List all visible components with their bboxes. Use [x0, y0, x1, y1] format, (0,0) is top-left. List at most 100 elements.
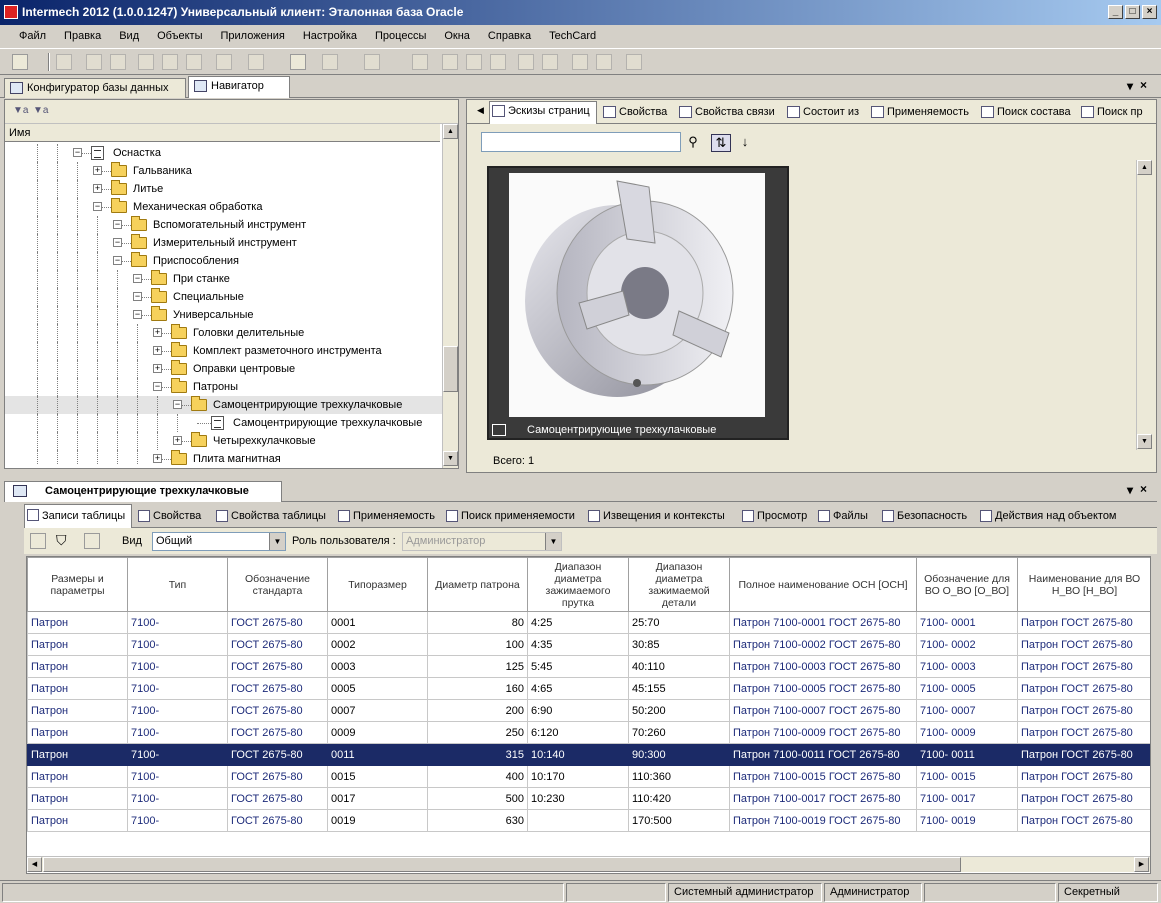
table-row[interactable]: Патрон 7100- ГОСТ 2675-80 0011 315 10:140 90:3…: [27, 743, 1150, 766]
menu-processes[interactable]: Процессы: [366, 30, 435, 42]
table-cell[interactable]: ГОСТ 2675-80: [227, 611, 328, 634]
tab-table-properties[interactable]: Свойства таблицы: [214, 506, 326, 526]
table-cell[interactable]: 110:360: [628, 765, 730, 788]
tree-node[interactable]: − Специальные: [5, 288, 442, 306]
table-cell[interactable]: 7100- 0001: [916, 611, 1018, 634]
filter-icon[interactable]: ⛉: [56, 533, 72, 549]
paste-icon[interactable]: [186, 54, 202, 70]
table-cell[interactable]: 0019: [327, 809, 428, 832]
table-cell[interactable]: Патрон 7100-0019 ГОСТ 2675-80: [729, 809, 917, 832]
menu-help[interactable]: Справка: [479, 30, 540, 42]
table-cell[interactable]: ГОСТ 2675-80: [227, 809, 328, 832]
table-cell[interactable]: 630: [427, 809, 528, 832]
scroll-up-icon[interactable]: ▲: [443, 124, 458, 139]
expand-toggle-icon[interactable]: −: [113, 256, 122, 265]
table-row[interactable]: Патрон 7100- ГОСТ 2675-80 0007 200 6:90 50:200…: [27, 699, 1150, 722]
minimize-button[interactable]: _: [1108, 5, 1123, 19]
pane-close-icon[interactable]: ×: [1140, 78, 1147, 92]
table-cell[interactable]: 125: [427, 655, 528, 678]
table-cell[interactable]: 45:155: [628, 677, 730, 700]
table-cell[interactable]: Патрон 7100-0001 ГОСТ 2675-80: [729, 611, 917, 634]
table-cell[interactable]: 100: [427, 633, 528, 656]
table-row[interactable]: Патрон 7100- ГОСТ 2675-80 0003 125 5:45 40:110…: [27, 655, 1150, 678]
tab-search-applicability[interactable]: Поиск применяемости: [444, 506, 575, 526]
column-header[interactable]: Обозначение стандарта: [227, 557, 328, 612]
column-header[interactable]: Диапазон диаметра зажимаемого прутка: [527, 557, 629, 612]
tree-node[interactable]: Самоцентрирующие трехкулачковые: [5, 414, 442, 432]
menu-view[interactable]: Вид: [110, 30, 148, 42]
save-icon[interactable]: [84, 533, 100, 549]
expand-toggle-icon[interactable]: −: [113, 238, 122, 247]
tree-node[interactable]: + Оправки центровые: [5, 360, 442, 378]
table-cell[interactable]: 7100- 0002: [916, 633, 1018, 656]
sort-az-icon[interactable]: ⇅: [711, 134, 731, 152]
table-cell[interactable]: Патрон ГОСТ 2675-80: [1017, 633, 1150, 656]
tree-node[interactable]: + Гальваника: [5, 162, 442, 180]
scroll-left-icon[interactable]: ◀: [27, 857, 42, 872]
tab-bottom-properties[interactable]: Свойства: [136, 506, 201, 526]
tab-search-composition[interactable]: Поиск состава: [979, 103, 1071, 123]
menu-applications[interactable]: Приложения: [212, 30, 294, 42]
table-cell[interactable]: 7100-: [127, 699, 228, 722]
table-cell[interactable]: 7100-: [127, 633, 228, 656]
table-cell[interactable]: Патрон: [27, 809, 128, 832]
column-header[interactable]: Размеры и параметры: [27, 557, 128, 612]
table-cell[interactable]: [527, 809, 629, 832]
tab-page-sketches[interactable]: Эскизы страниц: [489, 101, 597, 124]
table-cell[interactable]: 170:500: [628, 809, 730, 832]
new-document-icon[interactable]: [12, 54, 28, 70]
tree-node[interactable]: − При станке: [5, 270, 442, 288]
expand-toggle-icon[interactable]: +: [153, 346, 162, 355]
thumb-scroll-up-icon[interactable]: ▲: [1137, 160, 1152, 175]
table-cell[interactable]: 200: [427, 699, 528, 722]
table-cell[interactable]: Патрон: [27, 633, 128, 656]
table-cell[interactable]: ГОСТ 2675-80: [227, 699, 328, 722]
table-cell[interactable]: 0002: [327, 633, 428, 656]
tree-node[interactable]: − Патроны: [5, 378, 442, 396]
tree-node[interactable]: + Четырехкулачковые: [5, 432, 442, 450]
table-row[interactable]: Патрон 7100- ГОСТ 2675-80 0017 500 10:230 110:…: [27, 787, 1150, 810]
save-icon[interactable]: [56, 54, 72, 70]
table-cell[interactable]: 0017: [327, 787, 428, 810]
table-cell[interactable]: 0009: [327, 721, 428, 744]
tree-node[interactable]: + Комплект разметочного инструмента: [5, 342, 442, 360]
table-cell[interactable]: 10:140: [527, 743, 629, 766]
print-icon[interactable]: [30, 533, 46, 549]
tree-node[interactable]: − Оснастка: [5, 144, 442, 162]
thumbnail-card[interactable]: Самоцентрирующие трехкулачковые: [487, 166, 789, 440]
table-cell[interactable]: 0001: [327, 611, 428, 634]
tree-node[interactable]: + Литье: [5, 180, 442, 198]
table-cell[interactable]: Патрон 7100-0002 ГОСТ 2675-80: [729, 633, 917, 656]
column-header[interactable]: Диапазон диаметра зажимаемой детали: [628, 557, 730, 612]
table-cell[interactable]: 0007: [327, 699, 428, 722]
menu-techcard[interactable]: TechCard: [540, 30, 605, 42]
table-row[interactable]: Патрон 7100- ГОСТ 2675-80 0005 160 4:65 45:155…: [27, 677, 1150, 700]
table-cell[interactable]: Патрон 7100-0011 ГОСТ 2675-80: [729, 743, 917, 766]
menu-windows[interactable]: Окна: [435, 30, 479, 42]
properties-icon[interactable]: [596, 54, 612, 70]
expand-toggle-icon[interactable]: +: [93, 166, 102, 175]
table-cell[interactable]: 7100- 0009: [916, 721, 1018, 744]
table-cell[interactable]: 7100- 0019: [916, 809, 1018, 832]
expand-toggle-icon[interactable]: −: [133, 292, 142, 301]
table-cell[interactable]: 6:90: [527, 699, 629, 722]
bottom-pane-menu-icon[interactable]: ▾: [1127, 483, 1133, 497]
table-cell[interactable]: Патрон ГОСТ 2675-80: [1017, 809, 1150, 832]
table-cell[interactable]: ГОСТ 2675-80: [227, 721, 328, 744]
table-cell[interactable]: Патрон: [27, 787, 128, 810]
expand-toggle-icon[interactable]: +: [153, 454, 162, 463]
table-cell[interactable]: 10:170: [527, 765, 629, 788]
tab-preview[interactable]: Просмотр: [740, 506, 807, 526]
table-cell[interactable]: Патрон: [27, 677, 128, 700]
table-row[interactable]: Патрон 7100- ГОСТ 2675-80 0015 400 10:170 110:…: [27, 765, 1150, 788]
table-cell[interactable]: 30:85: [628, 633, 730, 656]
expand-toggle-icon[interactable]: +: [153, 364, 162, 373]
table-row[interactable]: Патрон 7100- ГОСТ 2675-80 0019 630 170:500 Пат…: [27, 809, 1150, 832]
unlink-icon[interactable]: [542, 54, 558, 70]
tab-object-panel[interactable]: Самоцентрирующие трехкулачковые: [4, 481, 282, 502]
menu-settings[interactable]: Настройка: [294, 30, 366, 42]
table-row[interactable]: Патрон 7100- ГОСТ 2675-80 0002 100 4:35 30:85 П…: [27, 633, 1150, 656]
table-cell[interactable]: 0005: [327, 677, 428, 700]
tab-files[interactable]: Файлы: [816, 506, 868, 526]
table-cell[interactable]: 10:230: [527, 787, 629, 810]
